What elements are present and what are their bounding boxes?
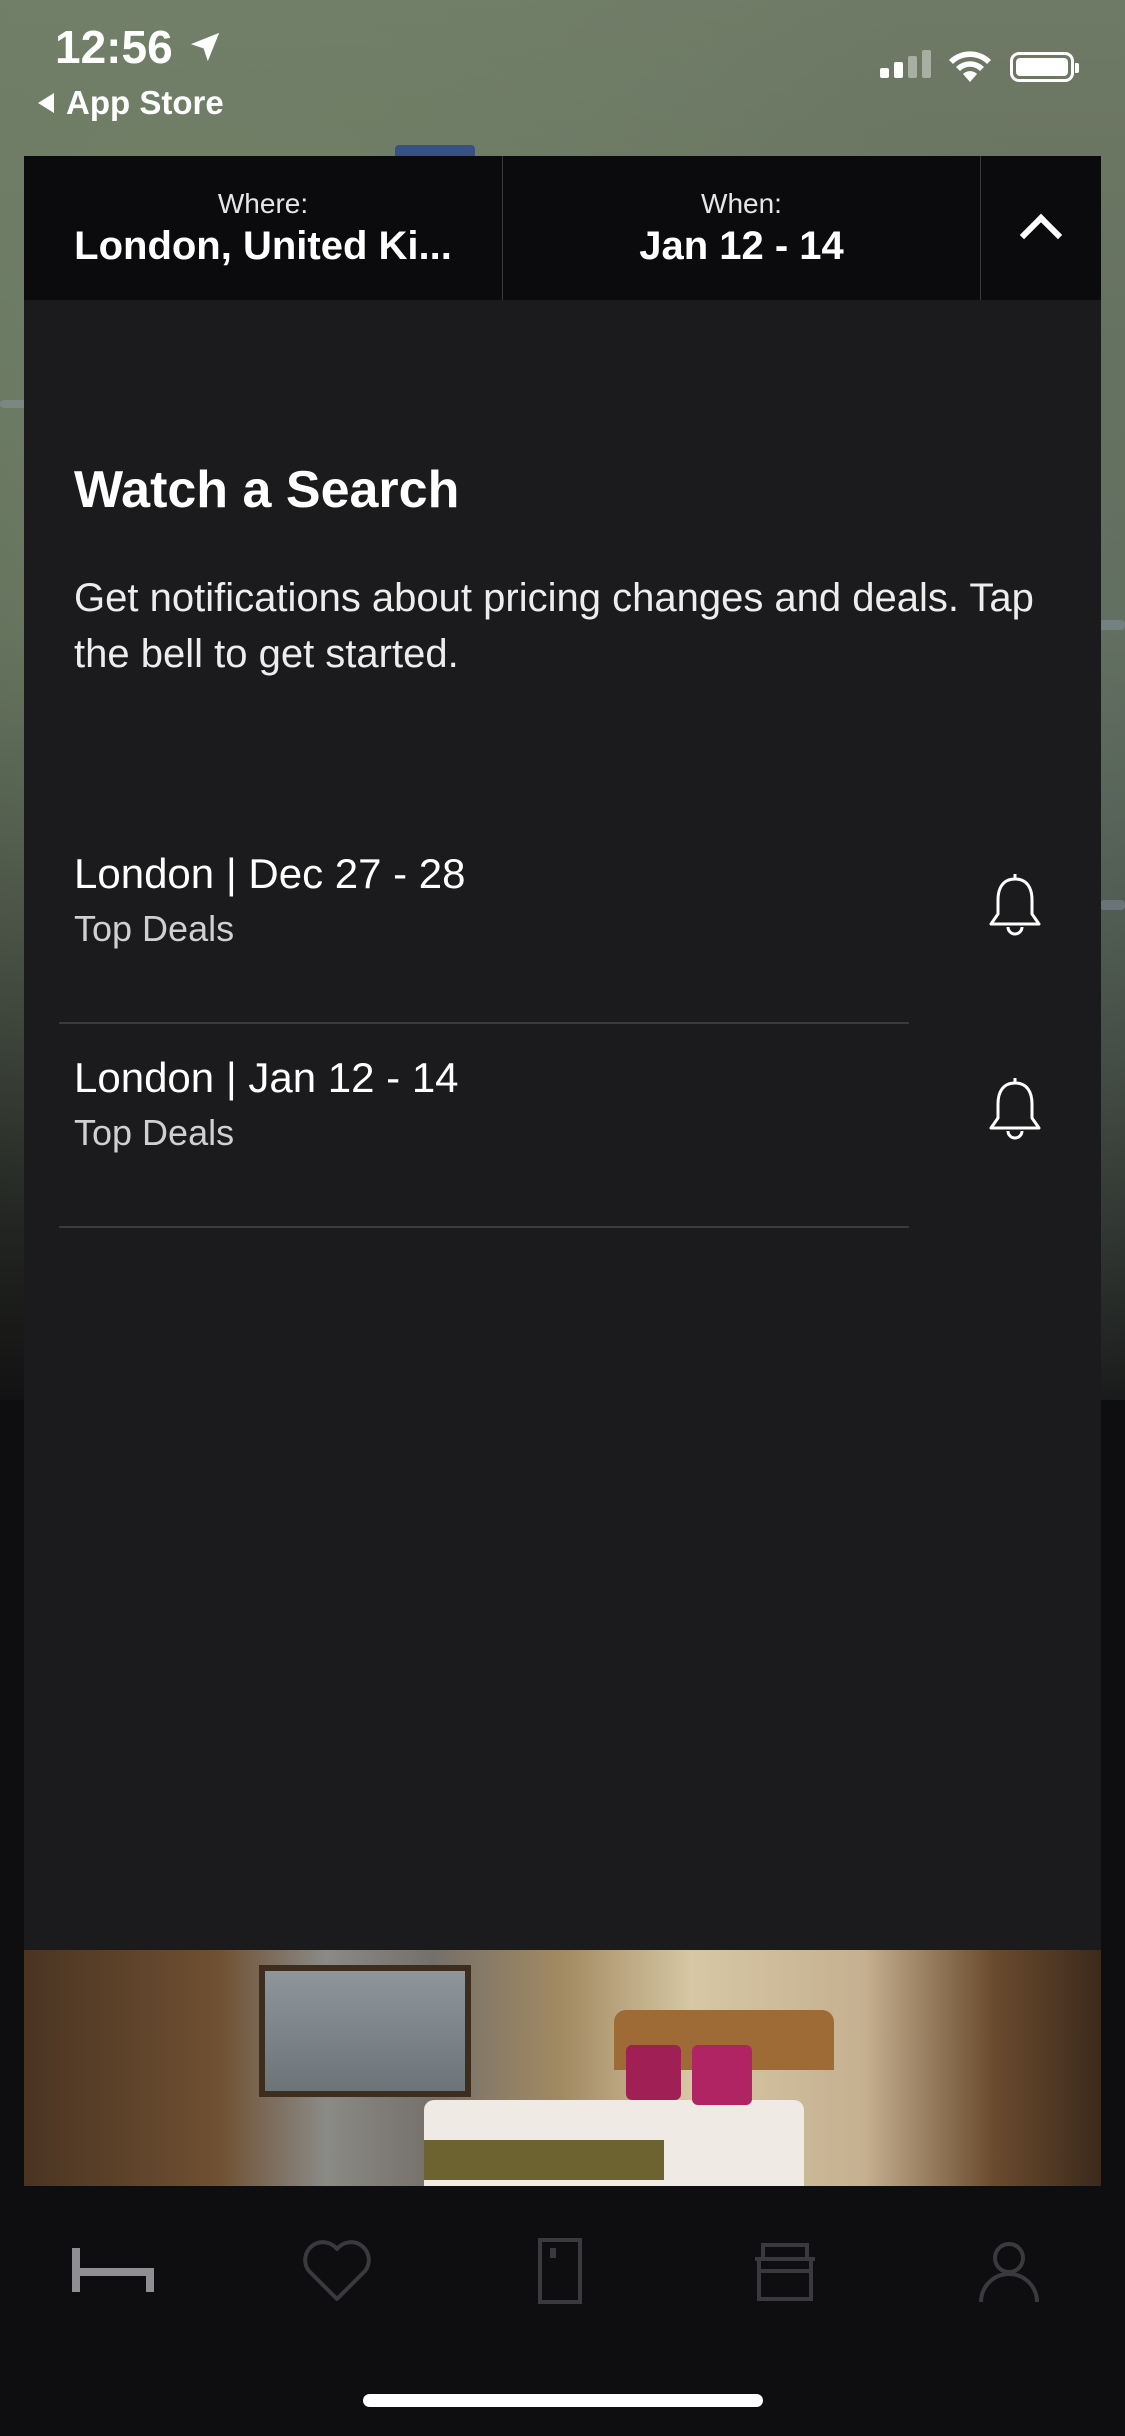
hotel-photo-window <box>259 1965 471 2097</box>
tab-favorites[interactable] <box>282 2226 392 2316</box>
tab-rewards[interactable] <box>730 2226 840 2316</box>
where-field[interactable]: Where: London, United Ki... <box>24 156 503 300</box>
tab-bookings[interactable] <box>506 2226 616 2316</box>
bed-icon <box>72 2248 154 2292</box>
tab-account[interactable] <box>954 2226 1064 2316</box>
back-to-app-store[interactable]: App Store <box>38 84 224 122</box>
hotel-photo-pillow <box>692 2045 752 2105</box>
cellular-signal-icon <box>880 50 931 78</box>
where-value: London, United Ki... <box>74 223 452 268</box>
tab-stays[interactable] <box>58 2226 168 2316</box>
when-label: When: <box>701 187 782 219</box>
gift-icon <box>755 2243 815 2301</box>
search-header: Where: London, United Ki... When: Jan 12… <box>24 156 1101 300</box>
panel-title: Watch a Search <box>74 461 460 519</box>
hotel-photo[interactable] <box>24 1950 1101 2186</box>
back-label: App Store <box>66 84 224 121</box>
back-arrow-icon <box>38 93 54 113</box>
when-field[interactable]: When: Jan 12 - 14 <box>503 156 981 300</box>
map-road <box>1100 900 1125 910</box>
bell-icon[interactable] <box>985 1074 1045 1140</box>
status-bar: 12:56 App Store <box>0 0 1125 130</box>
wifi-icon <box>949 51 991 82</box>
saved-search-subtitle: Top Deals <box>74 1112 235 1153</box>
home-indicator[interactable] <box>363 2394 763 2407</box>
saved-search-subtitle: Top Deals <box>74 908 235 949</box>
saved-search-row[interactable]: London | Dec 27 - 28 Top Deals <box>59 820 1101 1024</box>
saved-search-title: London | Dec 27 - 28 <box>74 850 466 897</box>
row-divider <box>59 1226 909 1228</box>
panel-description: Get notifications about pricing changes … <box>74 576 1034 676</box>
where-label: Where: <box>217 187 309 219</box>
heart-icon <box>303 2240 371 2301</box>
person-icon <box>979 2242 1039 2303</box>
bell-icon[interactable] <box>985 870 1045 936</box>
status-time: 12:56 <box>55 21 173 73</box>
hotel-photo-throw <box>424 2140 664 2180</box>
collapse-button[interactable] <box>981 156 1101 300</box>
hotel-photo-pillow <box>626 2045 681 2100</box>
watch-search-panel: Watch a Search Get notifications about p… <box>24 300 1101 1950</box>
door-icon <box>538 2238 582 2304</box>
saved-search-title: London | Jan 12 - 14 <box>74 1054 459 1101</box>
when-value: Jan 12 - 14 <box>639 223 844 268</box>
location-arrow-icon <box>190 32 220 62</box>
battery-icon <box>1010 52 1079 82</box>
saved-search-row[interactable]: London | Jan 12 - 14 Top Deals <box>59 1024 1101 1228</box>
chevron-up-icon <box>1019 213 1063 257</box>
